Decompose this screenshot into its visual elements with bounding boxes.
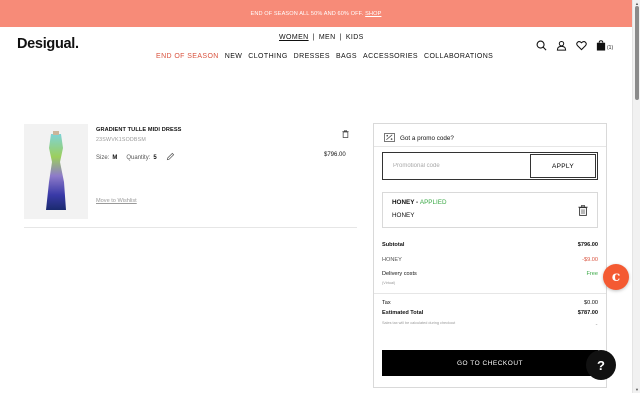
remove-item-trash-icon[interactable]	[342, 125, 349, 143]
applied-promo-code: HONEY	[392, 199, 415, 206]
nav-kids[interactable]: KIDS	[346, 34, 364, 41]
tax-note-chevron-icon[interactable]: ⌄	[595, 321, 598, 326]
divider	[374, 293, 606, 294]
nav-accessories[interactable]: ACCESSORIES	[363, 53, 418, 60]
remove-promo-trash-icon[interactable]	[578, 203, 588, 221]
promo-heading-text: Got a promo code?	[400, 135, 454, 142]
search-icon[interactable]	[536, 40, 547, 51]
tax-row: Tax $0.00	[382, 300, 598, 306]
delivery-value: Free	[586, 271, 598, 277]
tax-label: Tax	[382, 300, 391, 306]
size-label: Size:	[96, 154, 110, 161]
promo-banner: END OF SEASON ALL 50% AND 60% OFF. SHOP	[0, 0, 632, 27]
delivery-label: Delivery costs	[382, 271, 417, 277]
delivery-note: (Virtual)	[382, 281, 396, 285]
bag-icon[interactable]: (1)	[596, 40, 613, 51]
promo-banner-shop-link[interactable]: SHOP	[365, 11, 381, 17]
divider	[374, 146, 606, 147]
promo-banner-text: END OF SEASON ALL 50% AND 60% OFF.	[250, 10, 364, 17]
order-summary: Got a promo code? APPLY HONEY - APPLIED …	[373, 123, 607, 388]
applied-promo-title: HONEY - APPLIED	[392, 199, 447, 206]
quantity-value: 5	[153, 154, 157, 161]
nav-end-of-season[interactable]: END OF SEASON	[156, 53, 219, 60]
product-reference: 23SWVK1SODBSM	[96, 137, 146, 143]
move-to-wishlist-link[interactable]: Move to Wishlist	[96, 198, 137, 204]
nav-separator: |	[339, 34, 342, 41]
nav-clothing[interactable]: CLOTHING	[248, 53, 287, 60]
discount-label: HONEY	[382, 257, 402, 263]
subtotal-row: Subtotal $796.00	[382, 242, 598, 248]
gender-nav: WOMEN | MEN | KIDS	[279, 34, 364, 41]
main-nav: END OF SEASON NEW CLOTHING DRESSES BAGS …	[156, 53, 493, 60]
cart-item: GRADIENT TULLE MIDI DRESS 23SWVK1SODBSM …	[24, 124, 357, 228]
discount-row: HONEY -$9.00	[382, 257, 598, 263]
nav-dresses[interactable]: DRESSES	[294, 53, 330, 60]
nav-men[interactable]: MEN	[319, 34, 336, 41]
honey-extension-icon[interactable]: c	[603, 264, 629, 290]
apply-button[interactable]: APPLY	[530, 154, 596, 178]
product-options: Size: M Quantity: 5	[96, 152, 175, 163]
cart-count: (1)	[607, 45, 614, 51]
tax-note-row: Sales tax will be calculated during chec…	[382, 321, 598, 326]
site-logo[interactable]: Desigual.	[17, 36, 79, 52]
applied-promo-subtitle: HONEY	[392, 212, 415, 219]
nav-women[interactable]: WOMEN	[279, 34, 309, 41]
estimated-total-row: Estimated Total $787.00	[382, 310, 598, 316]
nav-new[interactable]: NEW	[225, 53, 243, 60]
nav-bags[interactable]: BAGS	[336, 53, 357, 60]
account-icon[interactable]	[556, 40, 567, 51]
scroll-down-icon[interactable]: ▼	[635, 387, 639, 392]
promo-code-input[interactable]	[383, 153, 529, 179]
promo-tag-icon	[384, 133, 395, 144]
quantity-label: Quantity:	[126, 154, 151, 161]
subtotal-value: $796.00	[577, 242, 598, 248]
estimated-total-value: $787.00	[577, 310, 598, 316]
applied-status: APPLIED	[419, 199, 447, 206]
scrollbar-thumb[interactable]	[635, 6, 639, 100]
applied-promo-box: HONEY - APPLIED HONEY	[382, 192, 598, 228]
delivery-row: Delivery costs Free	[382, 271, 598, 277]
promo-code-form: APPLY	[382, 152, 598, 180]
product-image[interactable]	[24, 124, 88, 219]
honey-letter: c	[611, 269, 621, 285]
tax-note: Sales tax will be calculated during chec…	[382, 321, 456, 325]
edit-pencil-icon[interactable]	[166, 152, 175, 163]
heart-icon[interactable]	[576, 40, 587, 51]
help-chat-icon[interactable]: ?	[586, 350, 616, 380]
go-to-checkout-button[interactable]: GO TO CHECKOUT	[382, 350, 598, 376]
size-value: M	[112, 154, 118, 161]
product-price: $796.00	[324, 152, 346, 158]
product-name[interactable]: GRADIENT TULLE MIDI DRESS	[96, 127, 181, 133]
tax-value: $0.00	[584, 300, 598, 306]
scrollbar[interactable]: ▲ ▼	[632, 0, 640, 393]
estimated-total-label: Estimated Total	[382, 310, 424, 316]
header-icons: (1)	[536, 40, 613, 51]
nav-separator: |	[312, 34, 315, 41]
promo-code-heading[interactable]: Got a promo code?	[384, 133, 454, 144]
help-chat-symbol: ?	[597, 357, 605, 373]
nav-collaborations[interactable]: COLLABORATIONS	[424, 53, 493, 60]
discount-value: -$9.00	[582, 257, 598, 263]
subtotal-label: Subtotal	[382, 242, 405, 248]
